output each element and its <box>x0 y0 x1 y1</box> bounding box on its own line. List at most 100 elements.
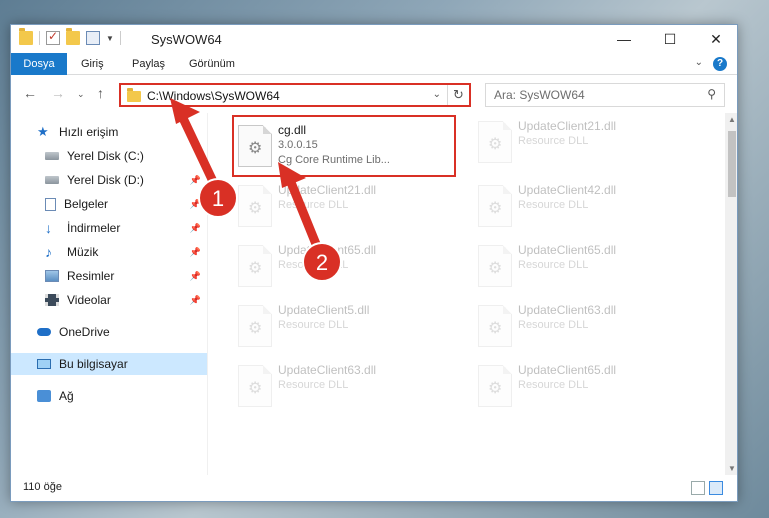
ribbon-expand-icon[interactable]: ⌄ <box>695 57 703 68</box>
scroll-up-icon[interactable]: ▲ <box>728 115 736 124</box>
file-description: Resource DLL <box>278 319 349 331</box>
file-description: Resource DLL <box>518 319 589 331</box>
quick-access-toolbar: ▼ <box>19 28 121 45</box>
address-path[interactable]: C:\Windows\SysWOW64 <box>147 89 280 103</box>
file-item[interactable]: ⚙ UpdateClient21.dll Resource DLL <box>234 177 454 235</box>
dll-file-icon: ⚙ <box>478 121 512 163</box>
pin-icon[interactable]: 📌 <box>190 247 201 258</box>
search-box[interactable]: ⚲ <box>485 83 725 107</box>
navigation-bar: ← → ⌄ ↑ C:\Windows\SysWOW64 ⌄ ↻ ⚲ <box>11 75 737 113</box>
pictures-icon <box>45 270 59 282</box>
file-item[interactable]: ⚙ UpdateClient21.dll Resource DLL <box>474 113 694 171</box>
file-item[interactable]: ⚙ UpdateClient63.dll Resource DLL <box>234 357 454 415</box>
sidebar-item-music[interactable]: ♪ Müzik 📌 <box>11 241 207 263</box>
toolbar-divider <box>39 31 40 45</box>
gear-icon: ⚙ <box>248 140 263 157</box>
pin-icon[interactable]: 📌 <box>190 271 201 282</box>
computer-icon <box>37 359 51 369</box>
sidebar-item-label: Yerel Disk (D:) <box>67 173 144 187</box>
videos-icon <box>45 294 59 306</box>
file-item[interactable]: ⚙ UpdateClient65.dll Resource DLL <box>234 237 454 295</box>
file-explorer-window: ▼ SysWOW64 — ☐ ✕ Dosya Giriş Paylaş Görü… <box>10 24 738 502</box>
back-arrow-icon[interactable]: ← <box>23 85 37 101</box>
pin-icon[interactable]: 📌 <box>190 295 201 306</box>
properties-check-icon[interactable] <box>46 29 60 45</box>
gear-icon: ⚙ <box>488 200 503 217</box>
file-item[interactable]: ⚙ UpdateClient65.dll Resource DLL <box>474 237 694 295</box>
file-description: Resource DLL <box>278 199 349 211</box>
minimize-button[interactable]: — <box>601 25 647 53</box>
scroll-down-icon[interactable]: ▼ <box>728 464 736 473</box>
dll-file-icon: ⚙ <box>478 245 512 287</box>
gear-icon: ⚙ <box>488 260 503 277</box>
view-properties-icon[interactable] <box>86 31 100 45</box>
pin-icon[interactable]: 📌 <box>190 199 201 210</box>
details-view-icon[interactable] <box>691 481 705 495</box>
file-item[interactable]: ⚙ UpdateClient5.dll Resource DLL <box>234 297 454 355</box>
file-item-cg-dll[interactable]: ⚙ cg.dll 3.0.0.15 Cg Core Runtime Lib... <box>232 115 456 177</box>
sidebar-item-videos[interactable]: Videolar 📌 <box>11 289 207 311</box>
sidebar-item-downloads[interactable]: ↓ İndirmeler 📌 <box>11 217 207 239</box>
help-icon[interactable]: ? <box>713 57 727 71</box>
file-description: Resource DLL <box>278 379 349 391</box>
download-icon: ↓ <box>45 220 52 236</box>
pin-icon[interactable]: 📌 <box>190 175 201 186</box>
close-button[interactable]: ✕ <box>693 25 737 53</box>
file-name: cg.dll <box>278 123 307 137</box>
file-version: 3.0.0.15 <box>278 139 318 151</box>
file-name: UpdateClient63.dll <box>518 303 617 317</box>
maximize-button[interactable]: ☐ <box>647 25 693 53</box>
chevron-down-icon[interactable]: ⌄ <box>433 89 441 100</box>
folder-icon <box>19 28 33 45</box>
dll-file-icon: ⚙ <box>238 125 272 167</box>
gear-icon: ⚙ <box>248 320 263 337</box>
refresh-icon[interactable]: ↻ <box>447 85 469 105</box>
file-item[interactable]: ⚙ UpdateClient63.dll Resource DLL <box>474 297 694 355</box>
gear-icon: ⚙ <box>248 200 263 217</box>
drive-icon <box>45 176 59 184</box>
sidebar-item-label: Hızlı erişim <box>59 125 119 139</box>
title-bar: ▼ SysWOW64 — ☐ ✕ <box>11 25 737 53</box>
tab-view[interactable]: Görünüm <box>189 53 235 75</box>
dll-file-icon: ⚙ <box>478 305 512 347</box>
search-input[interactable] <box>494 85 694 105</box>
file-list: ⚙ cg.dll 3.0.0.15 Cg Core Runtime Lib...… <box>216 113 726 475</box>
sidebar-item-label: Müzik <box>67 245 99 259</box>
sidebar-item-onedrive[interactable]: OneDrive <box>11 321 207 343</box>
file-item[interactable]: ⚙ UpdateClient42.dll Resource DLL <box>474 177 694 235</box>
sidebar-item-documents[interactable]: Belgeler 📌 <box>11 193 207 215</box>
document-icon <box>45 197 56 211</box>
tab-file[interactable]: Dosya <box>11 53 67 75</box>
cloud-icon <box>37 328 51 336</box>
drive-icon <box>45 152 59 160</box>
dll-file-icon: ⚙ <box>238 305 272 347</box>
gear-icon: ⚙ <box>248 260 263 277</box>
new-folder-icon[interactable] <box>66 28 80 45</box>
navigation-pane: ★ Hızlı erişim Yerel Disk (C:) Yerel Dis… <box>11 113 207 475</box>
file-description: Resource DLL <box>278 259 349 271</box>
search-icon[interactable]: ⚲ <box>707 87 716 101</box>
file-name: UpdateClient65.dll <box>518 363 617 377</box>
sidebar-item-this-pc[interactable]: Bu bilgisayar <box>11 353 207 375</box>
address-bar[interactable]: C:\Windows\SysWOW64 ⌄ ↻ <box>119 83 471 107</box>
forward-arrow-icon[interactable]: → <box>51 85 65 101</box>
scrollbar-thumb[interactable] <box>728 131 736 197</box>
file-name: UpdateClient5.dll <box>278 303 370 317</box>
sidebar-item-quick-access[interactable]: ★ Hızlı erişim <box>11 121 207 143</box>
vertical-scrollbar[interactable]: ▲ ▼ <box>725 113 737 475</box>
sidebar-item-label: Bu bilgisayar <box>59 357 128 371</box>
recent-locations-icon[interactable]: ⌄ <box>77 89 85 100</box>
up-arrow-icon[interactable]: ↑ <box>97 85 104 101</box>
tab-home[interactable]: Giriş <box>81 53 104 75</box>
sidebar-item-pictures[interactable]: Resimler 📌 <box>11 265 207 287</box>
sidebar-item-local-disk-c[interactable]: Yerel Disk (C:) <box>11 145 207 167</box>
tiles-view-icon[interactable] <box>709 481 723 495</box>
sidebar-item-local-disk-d[interactable]: Yerel Disk (D:) 📌 <box>11 169 207 191</box>
file-item[interactable]: ⚙ UpdateClient65.dll Resource DLL <box>474 357 694 415</box>
pane-divider[interactable] <box>207 113 208 475</box>
chevron-down-icon[interactable]: ▼ <box>106 34 114 43</box>
sidebar-item-network[interactable]: Ağ <box>11 385 207 407</box>
music-icon: ♪ <box>45 244 52 260</box>
tab-share[interactable]: Paylaş <box>132 53 165 75</box>
pin-icon[interactable]: 📌 <box>190 223 201 234</box>
